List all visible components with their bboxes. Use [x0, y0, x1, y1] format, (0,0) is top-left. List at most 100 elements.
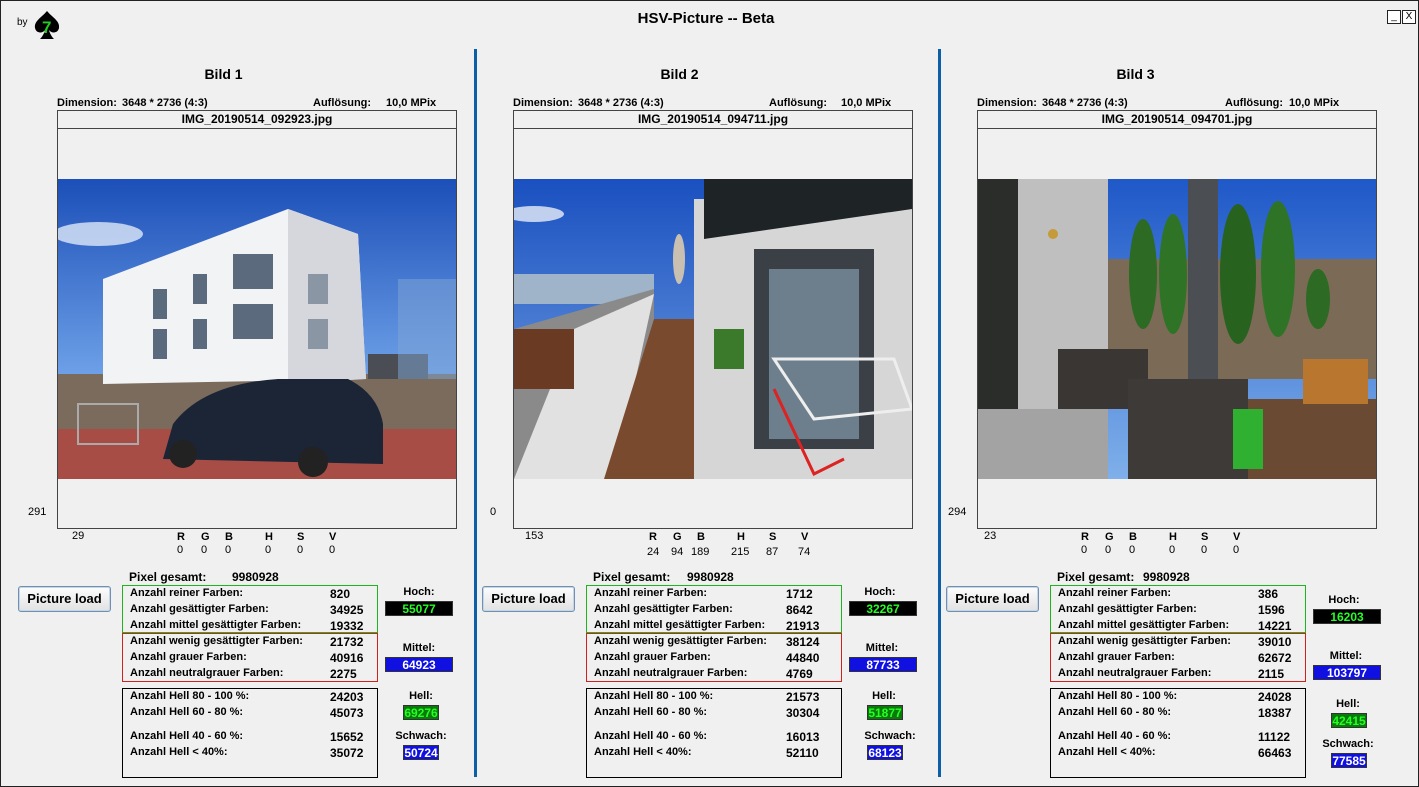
hsv-s-label: S	[297, 531, 305, 543]
rgb-g-value: 0	[201, 544, 208, 556]
pixel-total-value: 9980928	[1143, 570, 1190, 584]
hell-40-label: Anzahl Hell 40 - 60 %:	[1058, 730, 1172, 742]
schwach-value: 68123	[867, 745, 903, 760]
rein-value: 1712	[786, 587, 813, 601]
hsv-h-value: 0	[265, 544, 272, 556]
hell-60-label: Anzahl Hell 60 - 80 %:	[130, 706, 244, 718]
hsv-h-value: 215	[731, 546, 750, 558]
picture-load-button[interactable]: Picture load	[18, 586, 111, 612]
dimension-value: 3648 * 2736 (4:3)	[1042, 97, 1128, 109]
neutralgrau-value: 4769	[786, 667, 813, 681]
rgb-b-label: B	[1129, 531, 1137, 543]
hell-80-value: 24028	[1258, 690, 1292, 704]
wenig-gesaettigt-value: 38124	[786, 635, 820, 649]
hell-40-value: 15652	[330, 730, 364, 744]
hoch-value: 32267	[849, 601, 917, 616]
hell-value: 69276	[403, 705, 439, 720]
cursor-x-value: 153	[525, 530, 544, 542]
wenig-gesaettigt-label: Anzahl wenig gesättigter Farben:	[130, 635, 303, 647]
rgb-r-value: 24	[647, 546, 660, 558]
rgb-b-value: 0	[1129, 544, 1136, 556]
schwach-label: Schwach:	[864, 730, 916, 742]
hsv-s-value: 0	[1201, 544, 1208, 556]
grau-value: 44840	[786, 651, 820, 665]
rgb-r-label: R	[177, 531, 185, 543]
mittel-value: 103797	[1313, 665, 1381, 680]
mittel-gesaettigt-value: 14221	[1258, 619, 1292, 633]
rgb-b-label: B	[225, 531, 233, 543]
hell-80-value: 24203	[330, 690, 364, 704]
filename: IMG_20190514_094701.jpg	[978, 111, 1376, 129]
resolution-label: Auflösung:	[1225, 97, 1284, 109]
cursor-x-value: 23	[984, 530, 997, 542]
hell-80-label: Anzahl Hell 80 - 100 %:	[594, 690, 714, 702]
mittel-gesaettigt-label: Anzahl mittel gesättigter Farben:	[594, 619, 766, 631]
rein-value: 386	[1258, 587, 1279, 601]
hsv-s-value: 0	[297, 544, 304, 556]
gesaettigt-value: 1596	[1258, 603, 1285, 617]
panel-divider	[474, 49, 477, 777]
dimension-value: 3648 * 2736 (4:3)	[122, 97, 208, 109]
hsv-v-value: 0	[329, 544, 336, 556]
hell-lt40-value: 52110	[786, 746, 819, 760]
image-frame[interactable]: IMG_20190514_092923.jpg	[57, 110, 457, 529]
mittel-gesaettigt-label: Anzahl mittel gesättigter Farben:	[1058, 619, 1230, 631]
rgb-g-label: G	[201, 531, 210, 543]
image-frame[interactable]: IMG_20190514_094701.jpg	[977, 110, 1377, 529]
grau-value: 40916	[330, 651, 364, 665]
mittel-gesaettigt-value: 21913	[786, 619, 820, 633]
grau-label: Anzahl grauer Farben:	[594, 651, 711, 663]
dimension-label: Dimension:	[977, 97, 1037, 109]
panel-divider	[938, 49, 941, 777]
resolution-value: 10,0 MPix	[1289, 97, 1340, 109]
resolution-value: 10,0 MPix	[386, 97, 437, 109]
brightness-box: Anzahl Hell 80 - 100 %: 24203 Anzahl Hel…	[122, 688, 378, 778]
saturation-low-box: Anzahl wenig gesättigter Farben: 38124 A…	[586, 633, 842, 682]
neutralgrau-label: Anzahl neutralgrauer Farben:	[594, 667, 748, 679]
app-window: by 7 HSV-Picture -- Beta _ X Bild 1 Dime…	[0, 0, 1419, 787]
neutralgrau-value: 2275	[330, 667, 357, 681]
hell-60-value: 18387	[1258, 706, 1292, 720]
gesaettigt-value: 34925	[330, 603, 364, 617]
mittel-label: Mittel:	[865, 642, 899, 654]
pixel-total-value: 9980928	[232, 570, 279, 584]
hell-60-label: Anzahl Hell 60 - 80 %:	[1058, 706, 1172, 718]
pixel-total-label: Pixel gesamt:	[593, 570, 671, 584]
dimension-label: Dimension:	[57, 97, 117, 109]
hell-label: Hell:	[409, 690, 433, 702]
pixel-total-label: Pixel gesamt:	[129, 570, 207, 584]
hoch-label: Hoch:	[864, 586, 896, 598]
panel-title: Bild 3	[1116, 66, 1155, 82]
resolution-value: 10,0 MPix	[841, 97, 892, 109]
saturation-low-box: Anzahl wenig gesättigter Farben: 21732 A…	[122, 633, 378, 682]
cursor-x-value: 29	[72, 530, 85, 542]
rgb-b-value: 0	[225, 544, 232, 556]
pixel-total-value: 9980928	[687, 570, 734, 584]
brightness-box: Anzahl Hell 80 - 100 %: 24028 Anzahl Hel…	[1050, 688, 1306, 778]
saturation-high-box: Anzahl reiner Farben: 820 Anzahl gesätti…	[122, 585, 378, 633]
hsv-h-label: H	[265, 531, 273, 543]
grau-value: 62672	[1258, 651, 1292, 665]
neutralgrau-value: 2115	[1258, 667, 1285, 681]
picture-load-button[interactable]: Picture load	[482, 586, 575, 612]
rgb-b-label: B	[697, 531, 705, 543]
close-button[interactable]: X	[1402, 10, 1416, 24]
hell-60-value: 45073	[330, 706, 364, 720]
dimension-label: Dimension:	[513, 97, 573, 109]
picture-load-button[interactable]: Picture load	[946, 586, 1039, 612]
resolution-label: Auflösung:	[769, 97, 828, 109]
photo-balcony	[978, 179, 1376, 479]
schwach-value: 50724	[403, 745, 439, 760]
hsv-h-value: 0	[1169, 544, 1176, 556]
hell-60-label: Anzahl Hell 60 - 80 %:	[594, 706, 708, 718]
mittel-label: Mittel:	[402, 642, 436, 654]
resolution-label: Auflösung:	[313, 97, 372, 109]
saturation-high-box: Anzahl reiner Farben: 1712 Anzahl gesätt…	[586, 585, 842, 633]
mittel-label: Mittel:	[1329, 650, 1363, 662]
brightness-box: Anzahl Hell 80 - 100 %: 21573 Anzahl Hel…	[586, 688, 842, 778]
rgb-r-value: 0	[177, 544, 184, 556]
minimize-button[interactable]: _	[1387, 10, 1401, 24]
hsv-v-value: 0	[1233, 544, 1240, 556]
rgb-g-value: 0	[1105, 544, 1112, 556]
image-frame[interactable]: IMG_20190514_094711.jpg	[513, 110, 913, 529]
